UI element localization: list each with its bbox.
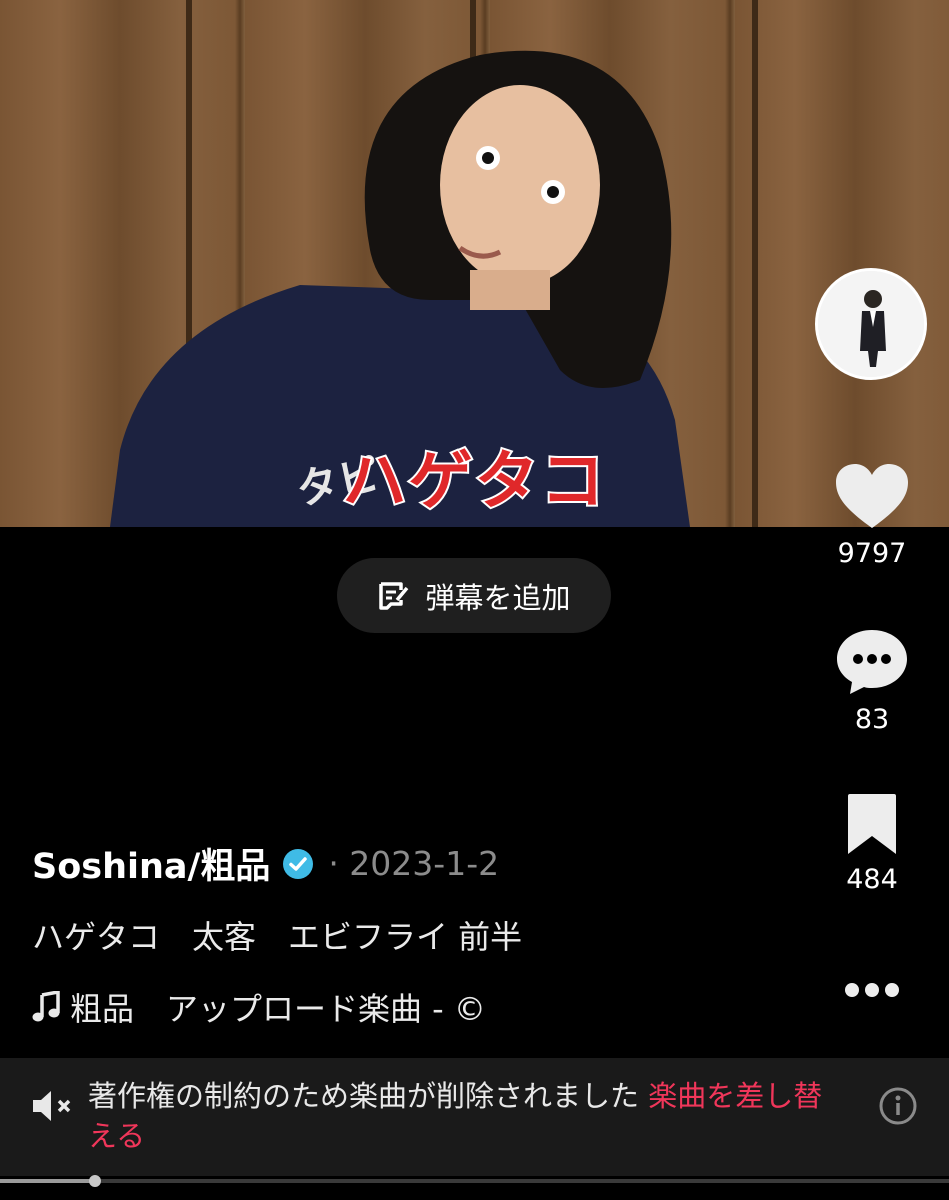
add-danmaku-button[interactable]: 弾幕を追加	[337, 558, 611, 633]
music-title: 粗品 アップロード楽曲 - ©	[70, 990, 486, 1028]
music-row[interactable]: 粗品 アップロード楽曲 - ©	[32, 984, 540, 1030]
more-icon	[845, 983, 899, 997]
creator-avatar[interactable]	[815, 268, 927, 380]
muted-speaker-icon	[33, 1091, 71, 1121]
add-danmaku-label: 弾幕を追加	[425, 580, 571, 615]
comment-icon	[837, 630, 907, 694]
danmaku-icon	[379, 581, 409, 610]
progress-fill	[0, 1179, 95, 1183]
music-note-icon	[32, 991, 60, 1022]
author-row: Soshina/粗品 · 2023-1-2	[32, 838, 499, 889]
avatar-photo	[818, 271, 924, 377]
copyright-notice-bar: 著作権の制約のため楽曲が削除されました 楽曲を差し替える	[0, 1058, 949, 1176]
more-button[interactable]	[832, 978, 912, 1006]
heart-icon	[836, 464, 908, 528]
progress-knob[interactable]	[88, 1175, 101, 1187]
notice-text: 著作権の制約のため楽曲が削除されました 楽曲を差し替える	[88, 1076, 848, 1156]
video-progress-bar[interactable]	[0, 1175, 949, 1187]
video-player[interactable]: タピ ハゲタコ	[0, 0, 949, 527]
author-name[interactable]: Soshina/粗品	[32, 838, 270, 889]
save-count: 484	[846, 864, 898, 895]
like-count: 9797	[837, 538, 907, 569]
like-button[interactable]: 9797	[832, 462, 912, 569]
save-button[interactable]: 484	[832, 792, 912, 895]
video-caption: ハゲタコ	[341, 443, 607, 521]
post-description[interactable]: ハゲタコ 太客 エビフライ 前半	[32, 912, 522, 958]
comment-button[interactable]: 83	[832, 626, 912, 735]
bookmark-icon	[848, 794, 896, 854]
post-date: · 2023-1-2	[328, 844, 500, 883]
info-icon[interactable]	[878, 1086, 918, 1126]
verified-badge-icon	[283, 848, 314, 879]
notice-message: 著作権の制約のため楽曲が削除されました	[88, 1079, 649, 1113]
comment-count: 83	[854, 704, 890, 735]
